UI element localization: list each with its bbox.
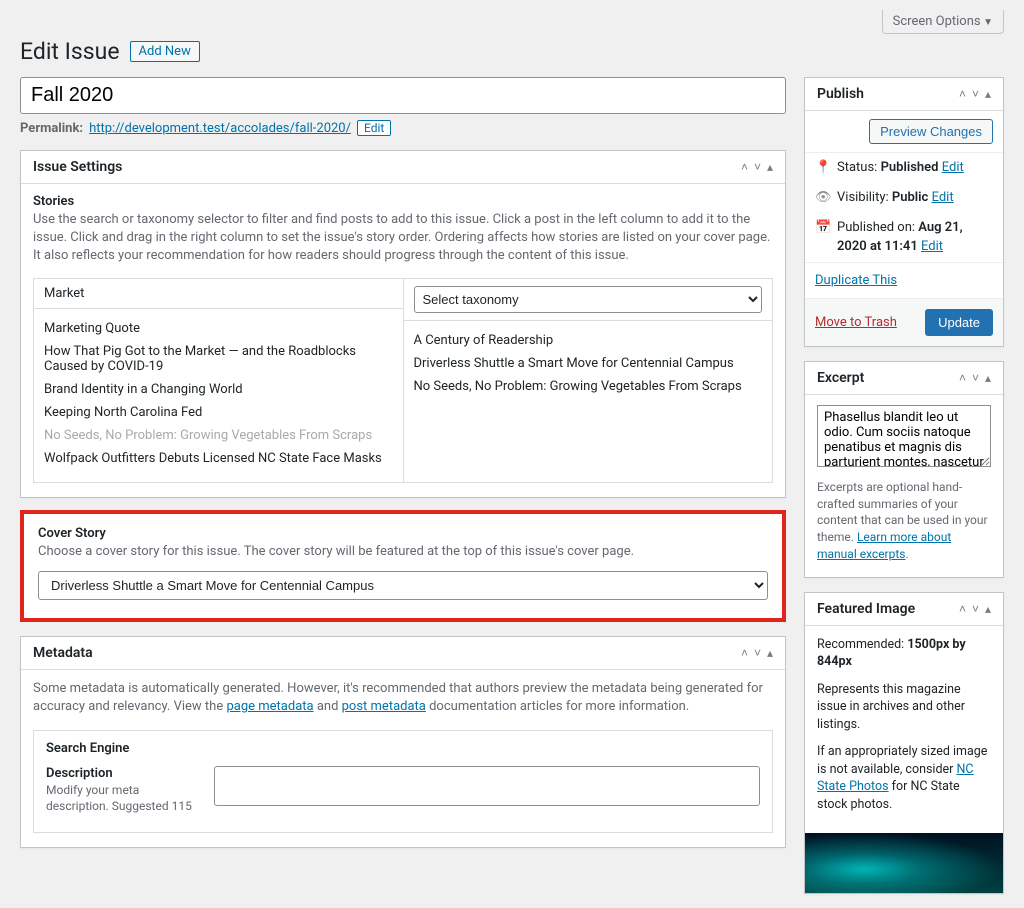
available-story-item[interactable]: No Seeds, No Problem: Growing Vegetables… [44,424,393,447]
calendar-icon: 📅 [815,219,829,237]
issue-title-input[interactable] [20,77,786,114]
visibility-icon: 👁 [815,189,829,207]
excerpt-textarea[interactable]: Phasellus blandit leo ut odio. Cum socii… [817,405,991,467]
panel-down-icon[interactable]: ˅ [754,646,761,660]
issue-settings-heading: Issue Settings [33,159,122,175]
panel-up-icon[interactable]: ˄ [959,87,966,101]
status-edit-link[interactable]: Edit [942,160,964,175]
available-story-item[interactable]: How That Pig Got to the Market — and the… [44,340,393,378]
search-engine-heading: Search Engine [46,741,760,756]
description-label: Description [46,766,196,781]
permalink-url[interactable]: http://development.test/accolades/fall-2… [89,121,351,136]
publish-heading: Publish [817,86,864,102]
panel-toggle-icon[interactable]: ▴ [985,371,991,385]
panel-down-icon[interactable]: ˅ [972,87,979,101]
panel-down-icon[interactable]: ˅ [972,371,979,385]
selected-story-item[interactable]: No Seeds, No Problem: Growing Vegetables… [414,375,763,398]
move-to-trash-link[interactable]: Move to Trash [815,315,897,330]
available-story-item[interactable]: Keeping North Carolina Fed [44,401,393,424]
cover-story-help: Choose a cover story for this issue. The… [38,543,768,561]
panel-up-icon[interactable]: ˄ [959,602,966,616]
selected-story-item[interactable]: A Century of Readership [414,329,763,352]
panel-toggle-icon[interactable]: ▴ [767,160,773,174]
stories-help: Use the search or taxonomy selector to f… [33,211,773,266]
duplicate-link[interactable]: Duplicate This [815,273,897,288]
publish-date-edit-link[interactable]: Edit [921,239,943,254]
permalink-label: Permalink: [20,121,83,136]
cover-story-heading: Cover Story [38,526,768,541]
featured-image-heading: Featured Image [817,601,915,617]
preview-changes-button[interactable]: Preview Changes [869,119,993,144]
description-input[interactable] [214,766,760,806]
pin-icon: 📍 [815,159,829,177]
page-metadata-link[interactable]: page metadata [226,699,313,714]
market-filter-label[interactable]: Market [34,279,403,309]
featured-image-desc: Represents this magazine issue in archiv… [817,681,991,734]
panel-up-icon[interactable]: ˄ [741,646,748,660]
add-new-button[interactable]: Add New [130,41,200,62]
screen-options-toggle[interactable]: Screen Options [882,10,1004,34]
selected-story-item[interactable]: Driverless Shuttle a Smart Move for Cent… [414,352,763,375]
panel-down-icon[interactable]: ˅ [754,160,761,174]
available-story-item[interactable]: Wolfpack Outfitters Debuts Licensed NC S… [44,447,393,470]
panel-up-icon[interactable]: ˄ [959,371,966,385]
update-button[interactable]: Update [925,309,993,336]
stories-label: Stories [33,194,773,209]
panel-toggle-icon[interactable]: ▴ [985,87,991,101]
description-help: Modify your meta description. Suggested … [46,783,196,814]
taxonomy-select[interactable]: Select taxonomy [414,286,763,313]
available-story-item[interactable]: Brand Identity in a Changing World [44,378,393,401]
post-metadata-link[interactable]: post metadata [342,699,426,714]
panel-toggle-icon[interactable]: ▴ [985,602,991,616]
panel-down-icon[interactable]: ˅ [972,602,979,616]
panel-toggle-icon[interactable]: ▴ [767,646,773,660]
excerpt-heading: Excerpt [817,370,864,386]
permalink-edit-button[interactable]: Edit [357,120,391,136]
visibility-edit-link[interactable]: Edit [932,190,954,205]
page-title: Edit Issue [20,38,120,65]
available-story-item[interactable]: Marketing Quote [44,317,393,340]
metadata-heading: Metadata [33,645,93,661]
panel-up-icon[interactable]: ˄ [741,160,748,174]
cover-story-select[interactable]: Driverless Shuttle a Smart Move for Cent… [38,571,768,600]
featured-image-thumbnail[interactable] [805,833,1003,893]
